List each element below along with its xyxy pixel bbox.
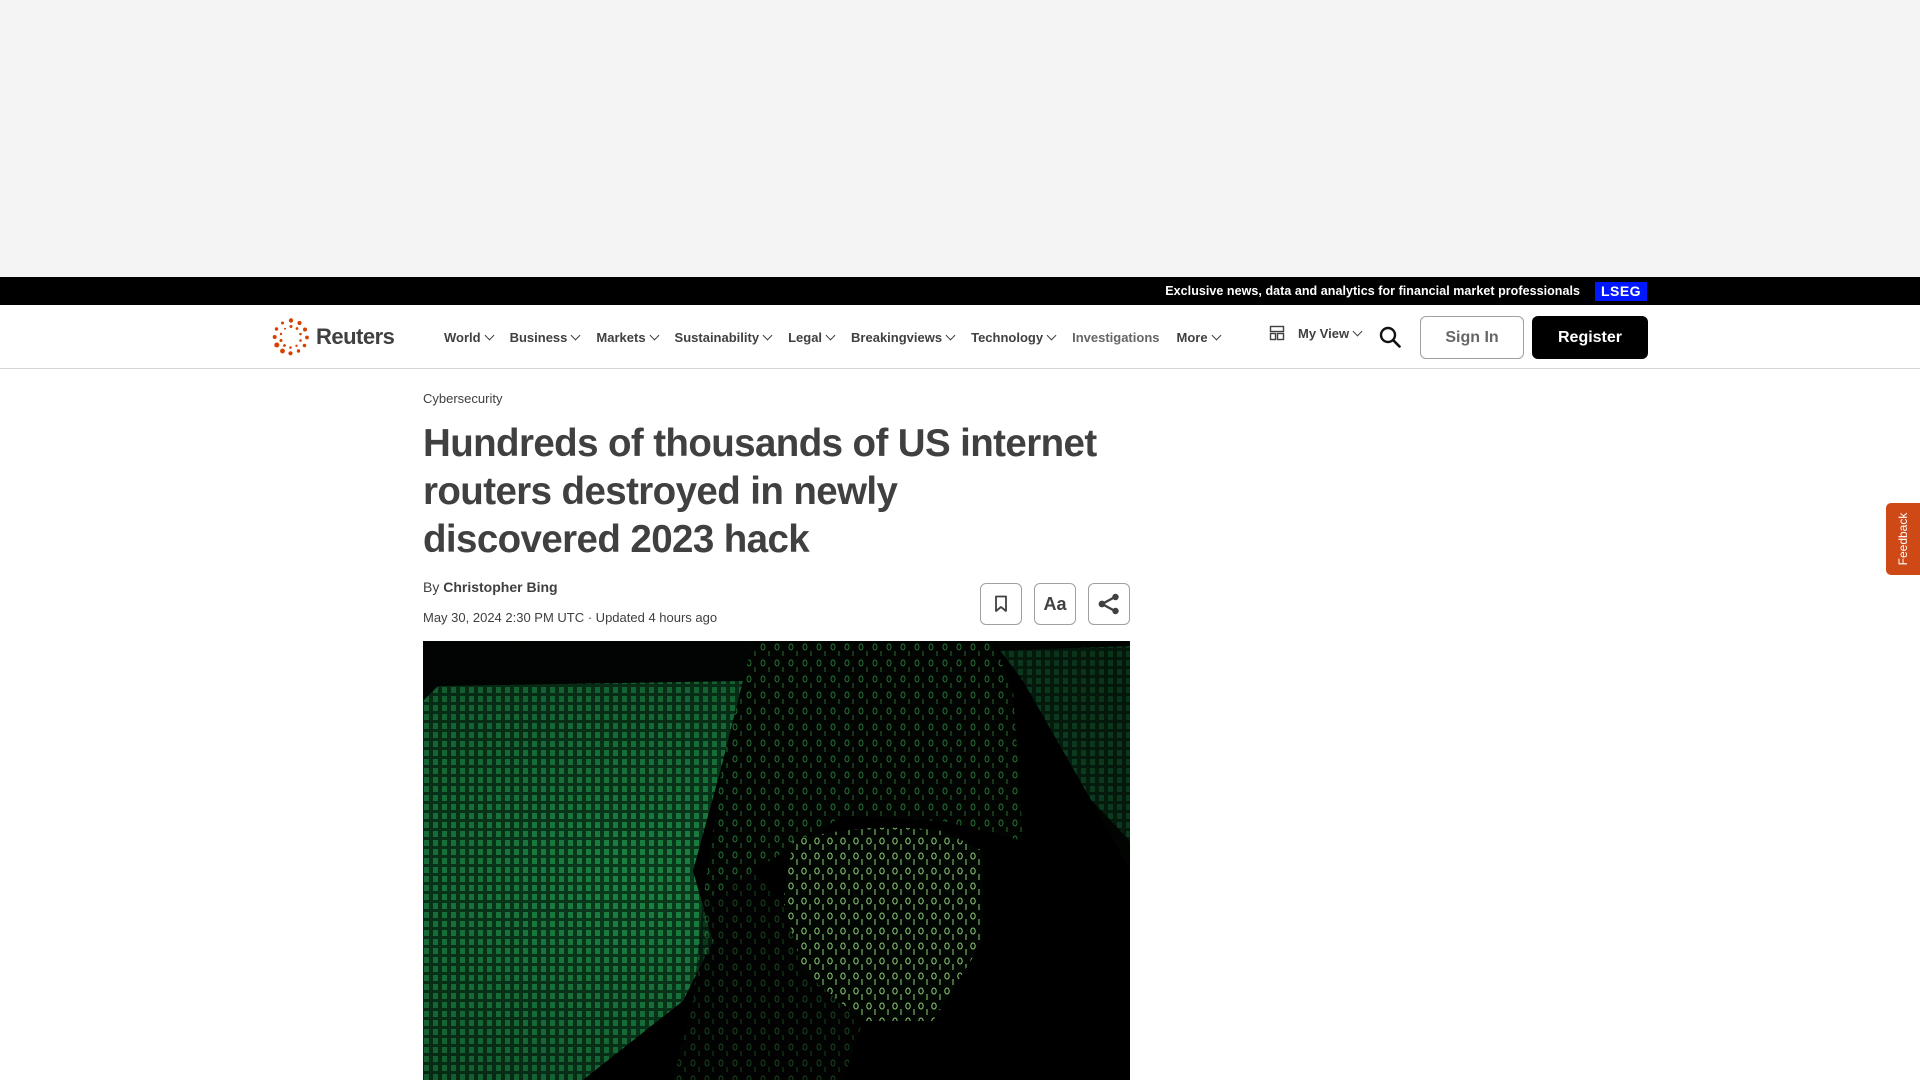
promo-text[interactable]: Exclusive news, data and analytics for f… — [1165, 277, 1580, 305]
register-button[interactable]: Register — [1532, 316, 1648, 359]
advertisement-area — [0, 0, 1920, 277]
reuters-logo[interactable]: Reuters — [271, 317, 395, 357]
chevron-down-icon — [484, 330, 495, 340]
nav-item-label: World — [444, 329, 481, 345]
nav-item-investigations[interactable]: Investigations — [1072, 330, 1159, 345]
chevron-down-icon — [762, 330, 773, 340]
nav-item-label: More — [1176, 329, 1208, 345]
chevron-down-icon — [945, 330, 956, 340]
article-headline: Hundreds of thousands of US internet rou… — [423, 422, 1097, 561]
nav-item-markets[interactable]: Markets — [596, 329, 659, 345]
nav-item-label: Technology — [971, 329, 1044, 345]
my-view-label: My View — [1298, 325, 1350, 341]
share-button[interactable] — [1088, 583, 1130, 625]
nav-item-breakingviews[interactable]: Breakingviews — [851, 329, 956, 345]
hacker-binary-image — [423, 641, 1130, 1080]
text-size-button[interactable]: Aa — [1034, 583, 1076, 625]
nav-item-label: Business — [509, 329, 568, 345]
chevron-down-icon — [649, 330, 659, 340]
share-icon — [1098, 593, 1119, 615]
nav-item-technology[interactable]: Technology — [971, 329, 1057, 345]
chevron-down-icon — [1046, 330, 1057, 340]
chevron-down-icon — [1211, 330, 1222, 340]
chevron-down-icon — [1352, 326, 1363, 336]
reuters-logo-icon — [272, 318, 309, 356]
search-button[interactable] — [1378, 325, 1402, 349]
article-actions: Aa — [980, 583, 1130, 625]
nav-item-label: Investigations — [1072, 329, 1160, 345]
nav-item-more[interactable]: More — [1176, 329, 1222, 345]
byline-prefix: By — [423, 579, 440, 595]
nav-item-legal[interactable]: Legal — [788, 329, 836, 345]
layout-icon — [1269, 325, 1285, 341]
feedback-label: Feedback — [1896, 512, 1910, 566]
nav-item-business[interactable]: Business — [509, 329, 581, 345]
nav-item-label: Breakingviews — [851, 329, 943, 345]
logo-wordmark: Reuters — [316, 324, 395, 349]
nav-item-world[interactable]: World — [444, 329, 495, 345]
chevron-down-icon — [570, 330, 581, 340]
nav-item-label: Legal — [788, 329, 823, 345]
author-link[interactable]: Christopher Bing — [443, 579, 557, 595]
bookmark-icon — [995, 595, 1007, 612]
my-view-menu[interactable]: My View — [1269, 325, 1363, 341]
nav-item-label: Sustainability — [674, 329, 760, 345]
nav-item-sustainability[interactable]: Sustainability — [674, 329, 773, 345]
sign-in-button[interactable]: Sign In — [1420, 316, 1524, 359]
nav-item-label: Markets — [596, 329, 646, 345]
section-nav: World Business Markets Sustainability Le… — [444, 305, 1237, 369]
lseg-badge[interactable]: LSEG — [1595, 282, 1647, 301]
main-navigation: Reuters World Business Markets Sustainab… — [0, 305, 1920, 369]
search-icon — [1379, 326, 1401, 348]
chevron-down-icon — [825, 330, 836, 340]
hero-image[interactable] — [423, 641, 1130, 1080]
text-size-label: Aa — [1043, 593, 1067, 614]
feedback-tab[interactable]: Feedback — [1886, 503, 1920, 575]
promo-bar[interactable]: Exclusive news, data and analytics for f… — [0, 277, 1920, 305]
bookmark-button[interactable] — [980, 583, 1022, 625]
article-kicker[interactable]: Cybersecurity — [423, 390, 1130, 408]
